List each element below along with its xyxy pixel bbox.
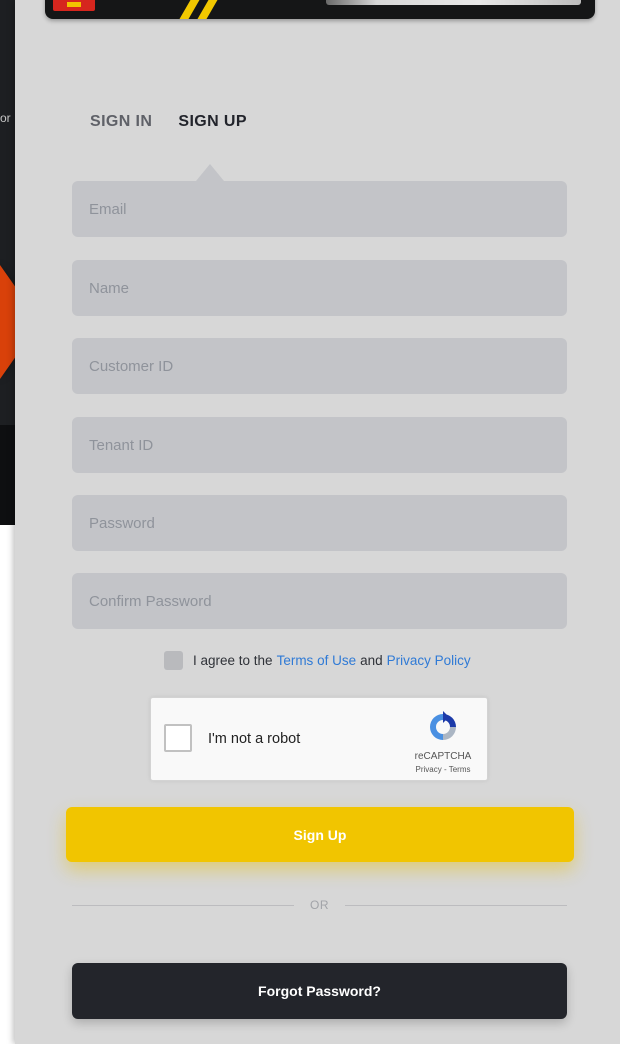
tenant-id-field[interactable] (72, 417, 567, 473)
agree-conjunction: and (360, 653, 383, 668)
banner-text (326, 0, 581, 5)
agree-checkbox[interactable] (164, 651, 183, 670)
name-field[interactable] (72, 260, 567, 316)
agree-terms-row: I agree to the Terms of Use and Privacy … (164, 651, 471, 670)
password-field[interactable] (72, 495, 567, 551)
divider-line-right (345, 904, 567, 906)
background-dark-band (0, 425, 15, 525)
sign-up-button[interactable]: Sign Up (66, 807, 574, 862)
recaptcha-widget: I'm not a robot reCAPTCHA Privacy - Term… (150, 697, 488, 781)
customer-id-field[interactable] (72, 338, 567, 394)
recaptcha-checkbox[interactable] (164, 724, 192, 752)
terms-of-use-link[interactable]: Terms of Use (277, 653, 357, 668)
background-text-fragment: or (0, 111, 11, 125)
divider-line-left (72, 904, 294, 906)
recaptcha-label: I'm not a robot (208, 731, 301, 747)
auth-modal: SIGN IN SIGN UP I agree to the Terms of … (15, 0, 620, 1044)
active-tab-pointer (196, 164, 224, 181)
tab-sign-in[interactable]: SIGN IN (90, 113, 152, 131)
recaptcha-privacy-terms[interactable]: Privacy - Terms (391, 765, 495, 774)
forgot-password-button[interactable]: Forgot Password? (72, 963, 567, 1019)
agree-prefix: I agree to the (193, 653, 273, 668)
or-divider: OR (72, 898, 567, 912)
auth-tabs: SIGN IN SIGN UP (90, 113, 247, 131)
privacy-policy-link[interactable]: Privacy Policy (387, 653, 471, 668)
header-banner (45, 0, 595, 19)
recaptcha-logo-icon (430, 711, 456, 740)
divider-or-text: OR (310, 898, 329, 912)
email-field[interactable] (72, 181, 567, 237)
recaptcha-brand: reCAPTCHA (414, 751, 472, 762)
banner-logo-icon (53, 0, 95, 11)
banner-stripe (193, 0, 226, 19)
tab-sign-up[interactable]: SIGN UP (178, 113, 247, 131)
confirm-password-field[interactable] (72, 573, 567, 629)
